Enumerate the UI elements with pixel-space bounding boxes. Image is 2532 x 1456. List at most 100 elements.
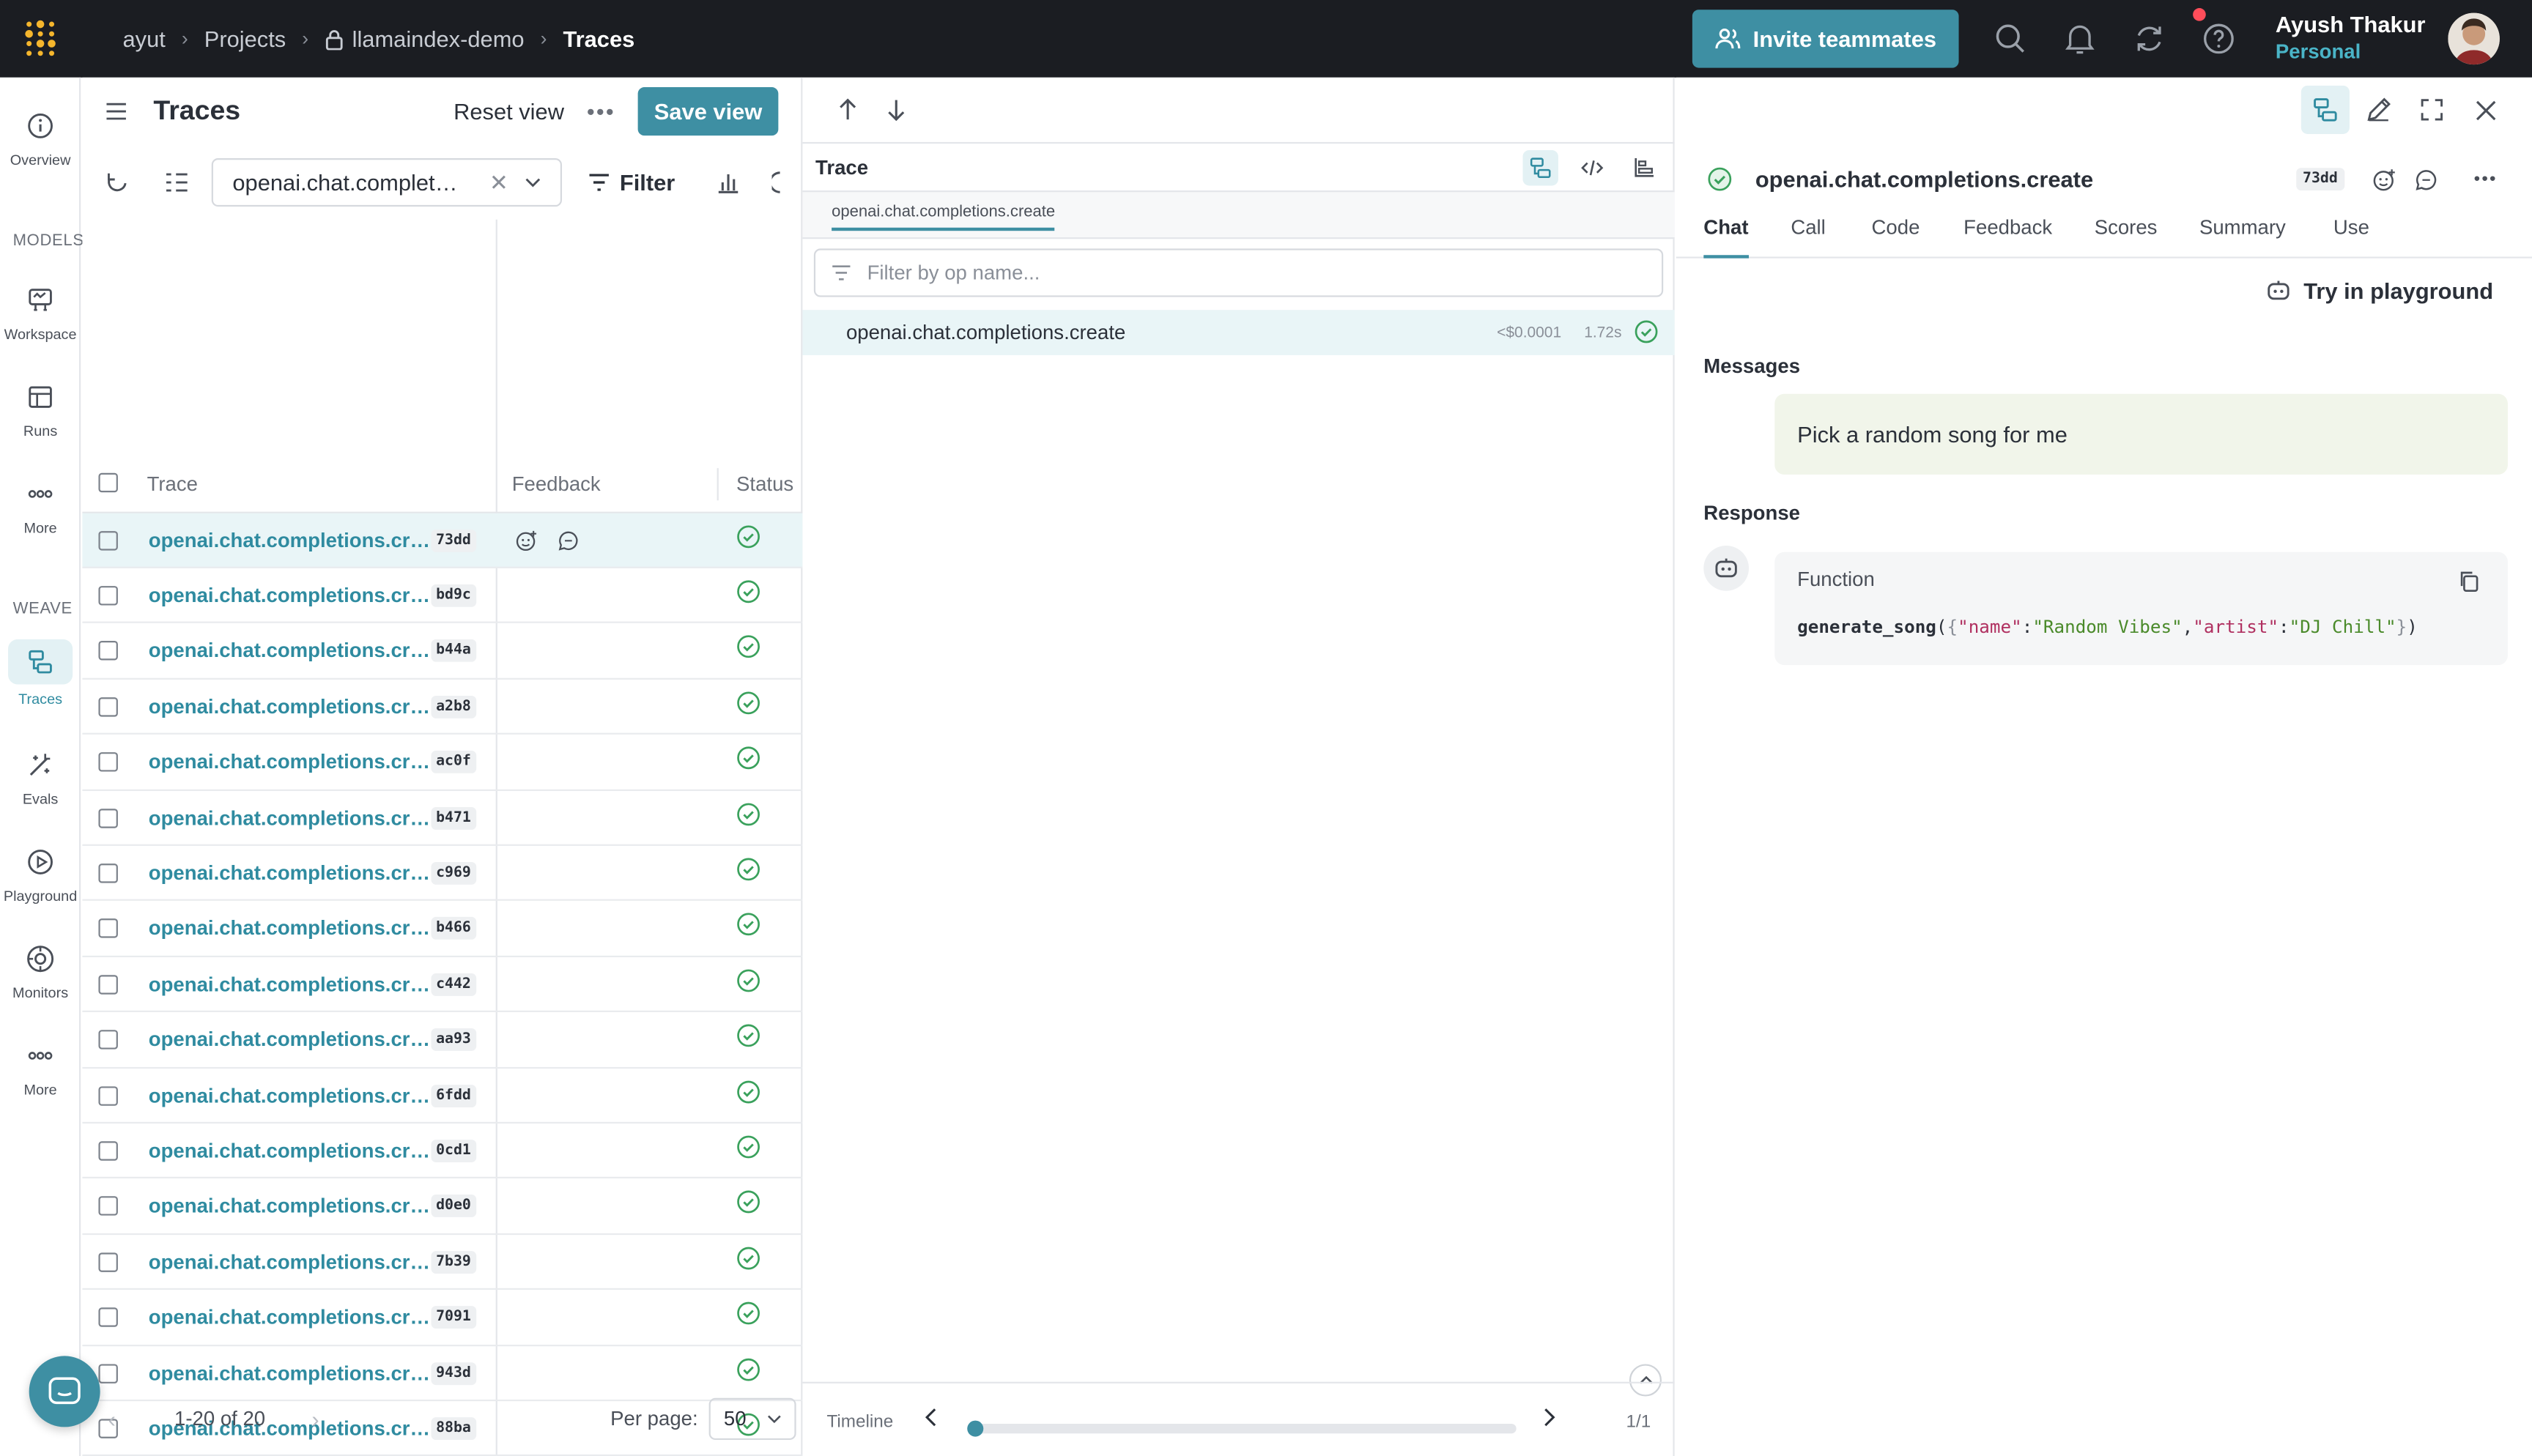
- nav-more-models[interactable]: More: [0, 475, 81, 536]
- row-checkbox[interactable]: [98, 1141, 118, 1161]
- code-view-icon[interactable]: [1574, 149, 1610, 185]
- tab-summary[interactable]: Summary: [2199, 216, 2286, 258]
- hamburger-menu-icon[interactable]: [105, 102, 127, 121]
- table-row[interactable]: openai.chat.completions.cr… 0cd1: [82, 1124, 803, 1179]
- trace-name-link[interactable]: openai.chat.completions.cr…: [149, 1195, 430, 1218]
- toolbar-overflow-icon[interactable]: [771, 171, 782, 194]
- row-checkbox[interactable]: [98, 1252, 118, 1272]
- trace-name-link[interactable]: openai.chat.completions.cr…: [149, 1028, 430, 1051]
- breadcrumb-projects[interactable]: Projects: [204, 26, 286, 51]
- table-row[interactable]: openai.chat.completions.cr… ac0f: [82, 735, 803, 791]
- trace-hash-badge[interactable]: c442: [431, 973, 476, 996]
- row-checkbox[interactable]: [98, 863, 118, 883]
- filter-button[interactable]: Filter: [588, 169, 675, 196]
- trace-name-link[interactable]: openai.chat.completions.cr…: [149, 639, 430, 662]
- trace-hash-badge[interactable]: bd9c: [431, 584, 476, 607]
- row-checkbox[interactable]: [98, 752, 118, 772]
- trace-name-link[interactable]: openai.chat.completions.cr…: [149, 1084, 430, 1107]
- trace-hash-badge[interactable]: c969: [431, 861, 476, 885]
- invite-teammates-button[interactable]: Invite teammates: [1691, 10, 1959, 68]
- flame-graph-icon[interactable]: [1626, 149, 1662, 185]
- table-row[interactable]: openai.chat.completions.cr… a2b8: [82, 680, 803, 735]
- trace-name-link[interactable]: openai.chat.completions.cr…: [149, 584, 430, 607]
- column-header-trace[interactable]: Trace: [147, 473, 198, 496]
- nav-workspace[interactable]: Workspace: [0, 281, 81, 342]
- breadcrumb-entity[interactable]: ayut: [123, 26, 166, 51]
- row-checkbox[interactable]: [98, 974, 118, 995]
- timeline-slider-track[interactable]: [967, 1423, 1517, 1434]
- row-checkbox[interactable]: [98, 1085, 118, 1105]
- row-checkbox[interactable]: [98, 530, 118, 550]
- table-row[interactable]: openai.chat.completions.cr… 7091: [82, 1290, 803, 1346]
- prev-page-icon[interactable]: ‹: [108, 1406, 116, 1432]
- tree-view-icon[interactable]: [1522, 149, 1558, 185]
- trace-name-link[interactable]: openai.chat.completions.cr…: [149, 751, 430, 773]
- call-hash-badge[interactable]: 73dd: [2296, 168, 2344, 191]
- add-reaction-icon[interactable]: [2372, 167, 2396, 191]
- trace-hash-badge[interactable]: a2b8: [431, 695, 476, 718]
- bell-icon[interactable]: [2062, 21, 2098, 56]
- trace-hash-badge[interactable]: d0e0: [431, 1195, 476, 1218]
- row-checkbox[interactable]: [98, 1196, 118, 1217]
- comment-icon[interactable]: [2414, 167, 2438, 191]
- refresh-icon[interactable]: [2132, 8, 2207, 56]
- trace-hash-badge[interactable]: 73dd: [431, 528, 476, 551]
- nav-playground[interactable]: Playground: [0, 843, 81, 904]
- reset-view-button[interactable]: Reset view: [454, 98, 564, 124]
- help-icon[interactable]: [2202, 21, 2237, 56]
- timeline-slider-handle[interactable]: [967, 1420, 984, 1437]
- nav-runs[interactable]: Runs: [0, 378, 81, 439]
- trace-root-tab[interactable]: openai.chat.completions.create: [832, 204, 1056, 231]
- nav-overview[interactable]: Overview: [0, 106, 81, 168]
- tab-chat[interactable]: Chat: [1703, 216, 1749, 259]
- chevron-down-icon[interactable]: [525, 177, 541, 187]
- more-options-icon[interactable]: •••: [587, 98, 615, 124]
- trace-name-link[interactable]: openai.chat.completions.cr…: [149, 806, 430, 829]
- trace-name-link[interactable]: openai.chat.completions.cr…: [149, 1140, 430, 1162]
- save-view-button[interactable]: Save view: [637, 87, 779, 136]
- breadcrumb-project[interactable]: llamaindex-demo: [352, 26, 525, 51]
- tab-use[interactable]: Use: [2333, 216, 2369, 258]
- table-row[interactable]: openai.chat.completions.cr… bd9c: [82, 569, 803, 624]
- table-row[interactable]: openai.chat.completions.cr… 7b39: [82, 1236, 803, 1290]
- table-row[interactable]: openai.chat.completions.cr… c969: [82, 847, 803, 902]
- search-icon[interactable]: [1993, 21, 2028, 56]
- row-checkbox[interactable]: [98, 1030, 118, 1050]
- trace-hash-badge[interactable]: 6fdd: [431, 1084, 476, 1107]
- trace-hash-badge[interactable]: 0cd1: [431, 1139, 476, 1162]
- row-checkbox[interactable]: [98, 697, 118, 716]
- op-filter-select[interactable]: openai.chat.complet… ✕: [211, 157, 562, 207]
- trace-name-link[interactable]: openai.chat.completions.cr…: [149, 862, 430, 885]
- per-page-select[interactable]: 50: [709, 1397, 797, 1441]
- clear-icon[interactable]: ✕: [489, 168, 508, 196]
- tab-call[interactable]: Call: [1791, 216, 1825, 258]
- trace-hash-badge[interactable]: b44a: [431, 639, 476, 663]
- trace-name-link[interactable]: openai.chat.completions.cr…: [149, 1250, 430, 1273]
- trace-name-link[interactable]: openai.chat.completions.cr…: [149, 973, 430, 995]
- tab-feedback[interactable]: Feedback: [1963, 216, 2052, 258]
- refresh-icon[interactable]: [105, 171, 129, 195]
- trace-name-link[interactable]: openai.chat.completions.cr…: [149, 529, 430, 551]
- tab-code[interactable]: Code: [1872, 216, 1920, 258]
- row-checkbox[interactable]: [98, 1307, 118, 1327]
- row-checkbox[interactable]: [98, 918, 118, 939]
- chevron-left-icon[interactable]: [925, 1408, 936, 1427]
- columns-icon[interactable]: [165, 171, 189, 194]
- nav-monitors[interactable]: Monitors: [0, 940, 81, 1001]
- copy-icon[interactable]: [2458, 570, 2479, 601]
- table-row[interactable]: openai.chat.completions.cr… c442: [82, 957, 803, 1013]
- trace-hash-badge[interactable]: 7b39: [431, 1250, 476, 1274]
- row-checkbox[interactable]: [98, 641, 118, 661]
- add-reaction-icon[interactable]: [515, 529, 538, 551]
- table-row[interactable]: openai.chat.completions.cr… b471: [82, 791, 803, 846]
- wandb-logo-icon[interactable]: [0, 0, 81, 78]
- table-row[interactable]: openai.chat.completions.cr… 6fdd: [82, 1069, 803, 1124]
- tab-scores[interactable]: Scores: [2095, 216, 2158, 258]
- trace-hash-badge[interactable]: ac0f: [431, 751, 476, 773]
- column-header-status[interactable]: Status: [736, 473, 793, 496]
- more-options-icon[interactable]: •••: [2474, 169, 2498, 188]
- close-icon[interactable]: [2461, 86, 2509, 134]
- table-row[interactable]: openai.chat.completions.cr… b466: [82, 902, 803, 957]
- tree-view-icon[interactable]: [2300, 85, 2350, 134]
- table-row[interactable]: openai.chat.completions.cr… d0e0: [82, 1180, 803, 1235]
